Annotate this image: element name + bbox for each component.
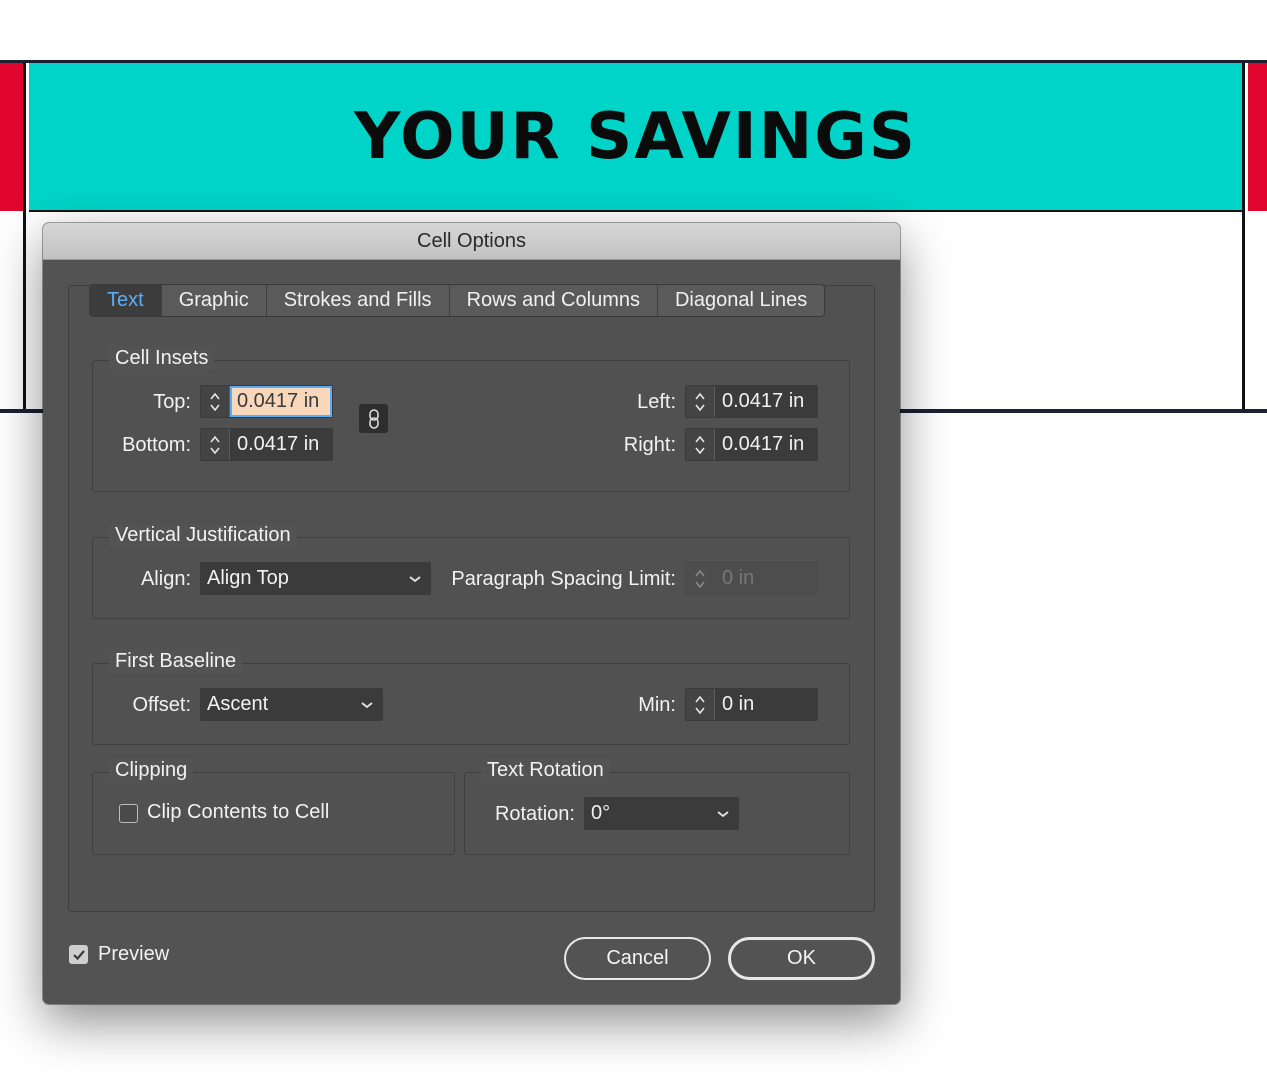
min-label: Min: (638, 694, 676, 716)
right-inset-field[interactable]: 0.0417 in (685, 428, 818, 461)
stepper-arrows-icon[interactable] (201, 429, 230, 460)
stepper-arrows-icon[interactable] (686, 689, 715, 720)
ok-button[interactable]: OK (728, 937, 875, 980)
checkmark-icon (72, 949, 85, 960)
min-value[interactable]: 0 in (715, 689, 817, 720)
rotation-select[interactable]: 0° (584, 797, 739, 830)
preview-label[interactable]: Preview (98, 943, 169, 966)
tab-rows-and-columns[interactable]: Rows and Columns (450, 285, 658, 316)
bottom-inset-field[interactable]: 0.0417 in (200, 428, 333, 461)
left-label: Left: (637, 391, 676, 413)
offset-label: Offset: (132, 694, 191, 716)
rotation-label: Rotation: (494, 803, 575, 825)
left-inset-field[interactable]: 0.0417 in (685, 385, 818, 418)
paragraph-spacing-value: 0 in (715, 563, 817, 594)
align-select-value: Align Top (207, 567, 289, 589)
tab-bar: Text Graphic Strokes and Fills Rows and … (89, 284, 826, 317)
chevron-down-icon (409, 575, 421, 582)
clip-contents-checkbox[interactable] (119, 804, 138, 823)
offset-select-value: Ascent (207, 693, 269, 715)
tab-diagonal-lines[interactable]: Diagonal Lines (658, 285, 824, 316)
table-left-border (23, 63, 26, 412)
first-baseline-title: First Baseline (109, 650, 243, 673)
table-header-cell[interactable]: YOUR SAVINGS (29, 63, 1242, 211)
offset-select[interactable]: Ascent (200, 688, 383, 721)
stepper-arrows-icon[interactable] (201, 386, 230, 417)
bottom-label: Bottom: (122, 434, 191, 456)
vertical-justification-title: Vertical Justification (109, 524, 297, 547)
top-label: Top: (153, 391, 191, 413)
tab-graphic[interactable]: Graphic (162, 285, 267, 316)
min-field[interactable]: 0 in (685, 688, 818, 721)
clip-contents-label[interactable]: Clip Contents to Cell (147, 801, 329, 824)
text-rotation-title: Text Rotation (481, 759, 610, 782)
left-inset-value[interactable]: 0.0417 in (715, 386, 817, 417)
cancel-button[interactable]: Cancel (564, 937, 711, 980)
chain-link-icon[interactable] (359, 404, 388, 433)
cell-insets-group (92, 360, 850, 492)
top-inset-value[interactable]: 0.0417 in (230, 386, 332, 417)
paragraph-spacing-field: 0 in (685, 562, 818, 595)
cell-options-dialog: Cell Options Text Graphic Strokes and Fi… (43, 223, 900, 1004)
dialog-titlebar[interactable]: Cell Options (43, 223, 900, 260)
stepper-arrows-icon (686, 563, 715, 594)
header-title: YOUR SAVINGS (354, 100, 917, 174)
align-select[interactable]: Align Top (200, 562, 431, 595)
chevron-down-icon (361, 701, 373, 708)
dialog-title: Cell Options (417, 229, 526, 252)
chevron-down-icon (717, 810, 729, 817)
clipping-title: Clipping (109, 759, 194, 782)
left-red-bar (0, 63, 23, 211)
rotation-select-value: 0° (591, 802, 611, 824)
preview-checkbox[interactable] (69, 945, 88, 964)
table-right-border (1242, 63, 1245, 412)
right-red-bar (1248, 63, 1267, 211)
stepper-arrows-icon[interactable] (686, 386, 715, 417)
tab-text[interactable]: Text (90, 285, 162, 316)
align-label: Align: (140, 568, 191, 590)
cell-insets-title: Cell Insets (109, 347, 215, 370)
right-inset-value[interactable]: 0.0417 in (715, 429, 817, 460)
top-inset-field[interactable]: 0.0417 in (200, 385, 333, 418)
right-label: Right: (623, 434, 676, 456)
bottom-inset-value[interactable]: 0.0417 in (230, 429, 332, 460)
stepper-arrows-icon[interactable] (686, 429, 715, 460)
paragraph-spacing-label: Paragraph Spacing Limit: (451, 568, 676, 590)
tab-strokes-and-fills[interactable]: Strokes and Fills (267, 285, 450, 316)
